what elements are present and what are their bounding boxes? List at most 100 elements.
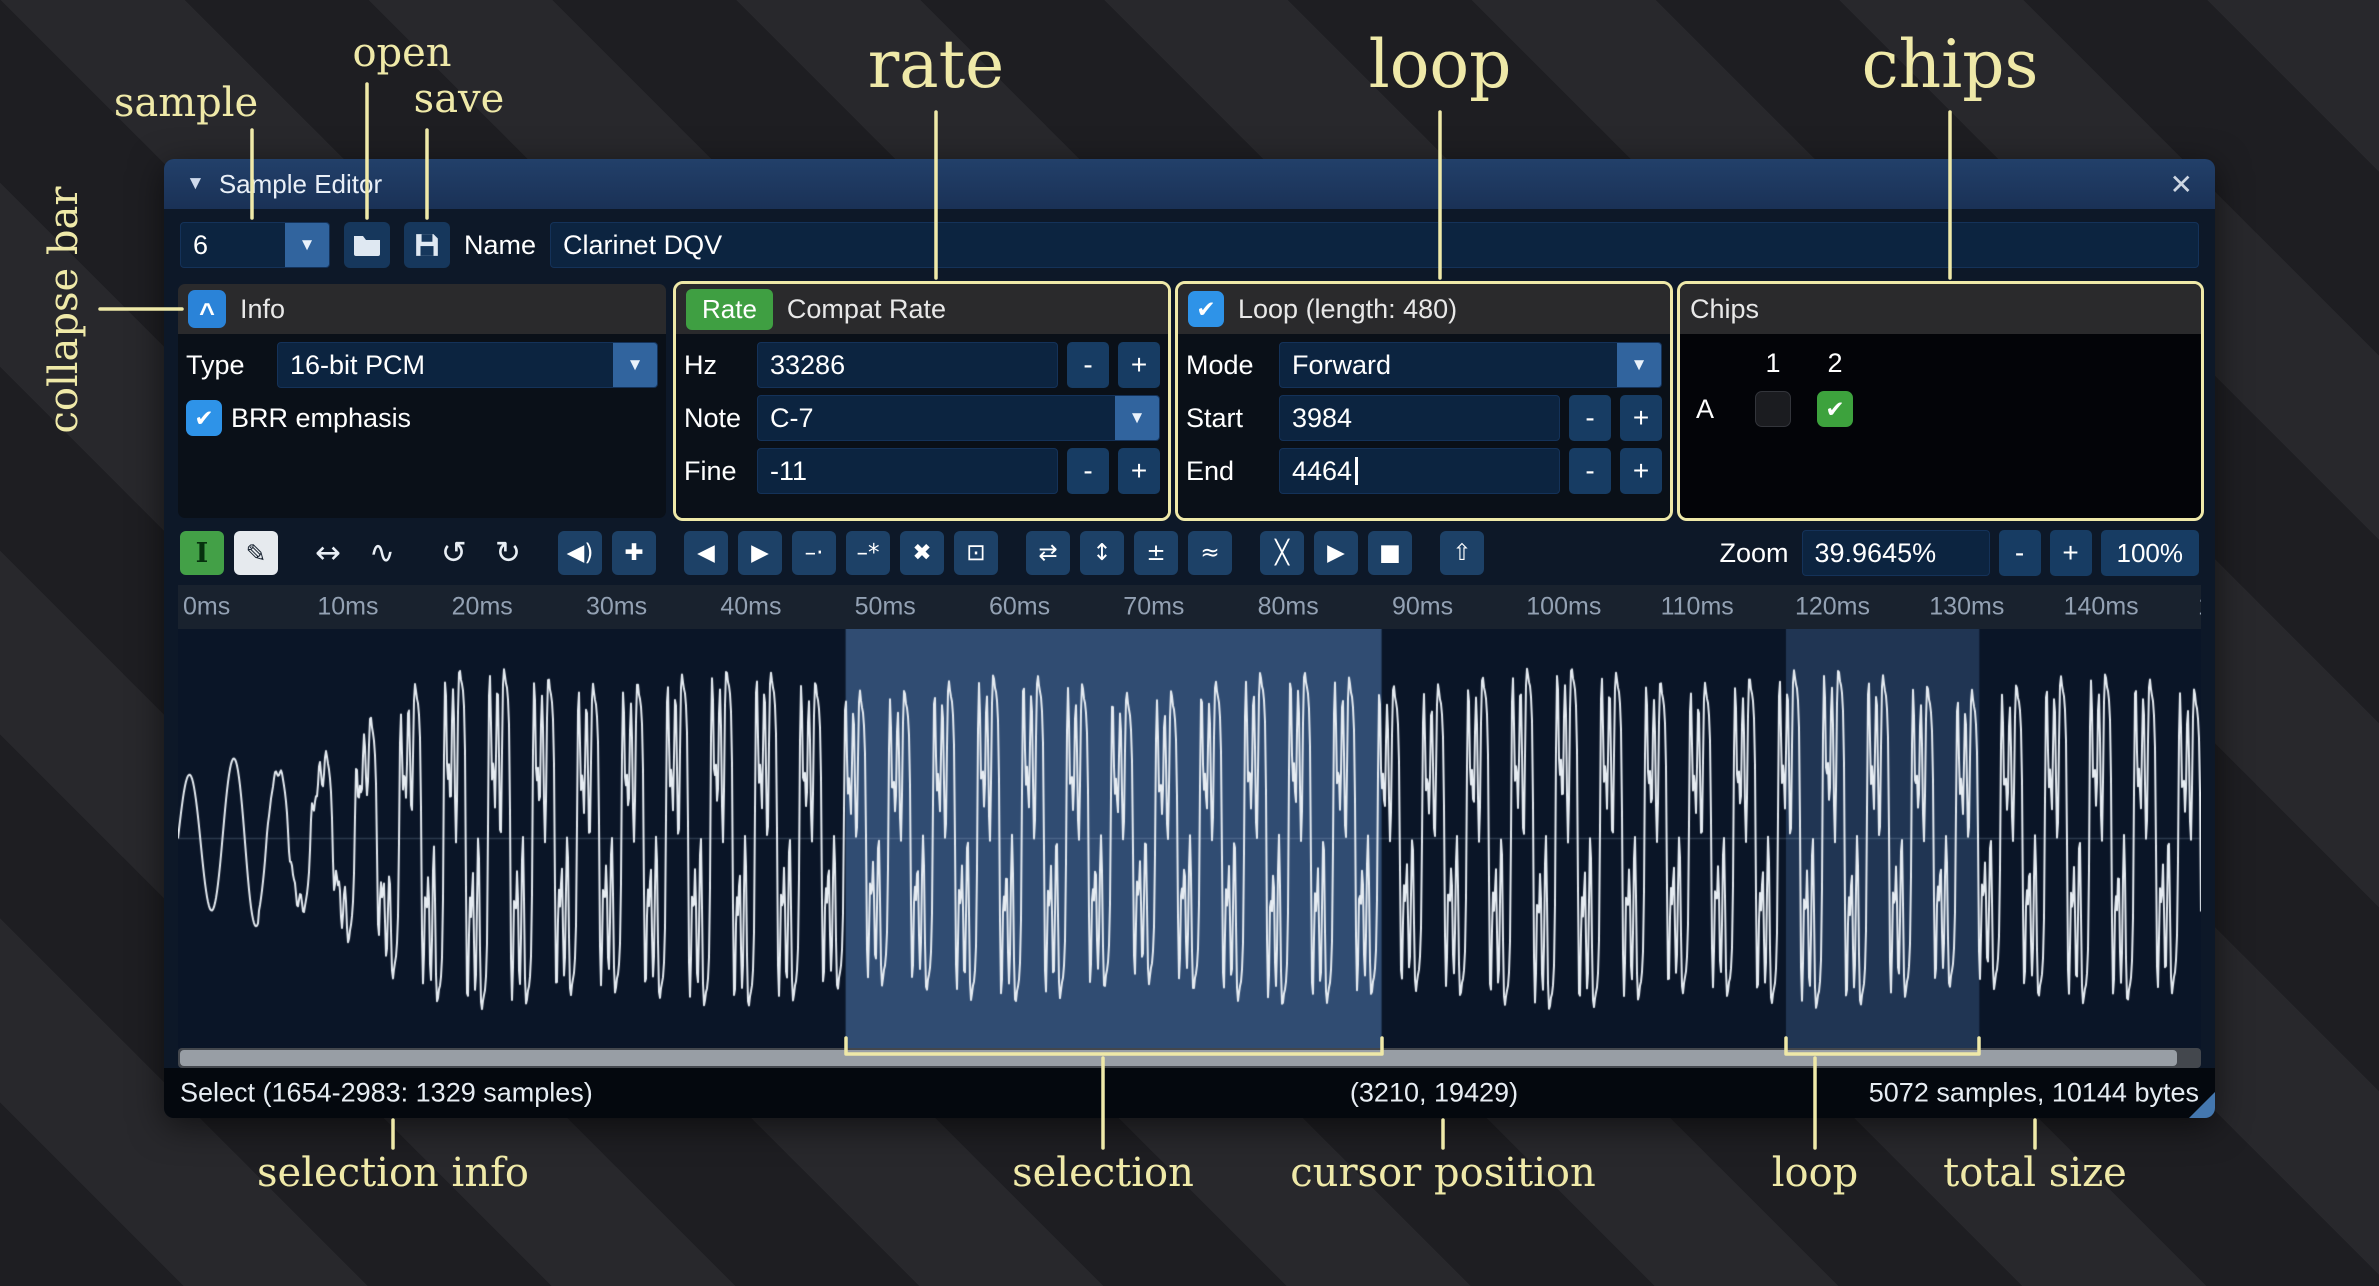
resize-grip[interactable]	[2189, 1092, 2215, 1118]
stop-icon: ■	[1379, 540, 1401, 566]
insert-silence-icon: –·	[805, 540, 824, 566]
ruler-label: 150	[2198, 593, 2201, 622]
loop-start-increment-button[interactable]: +	[1620, 395, 1662, 441]
normalize-button[interactable]: ✚	[612, 531, 656, 575]
insert-silence-button[interactable]: –·	[792, 531, 836, 575]
check-icon: ✔	[194, 405, 213, 432]
preview-button[interactable]: ▶	[1314, 531, 1358, 575]
loop-panel: ✔ Loop (length: 480) Mode Forward ▼ Star…	[1175, 281, 1673, 521]
resample-button[interactable]: ∿	[360, 531, 404, 575]
sample-name-input[interactable]: Clarinet DQV	[550, 222, 2199, 268]
zoom-input[interactable]: 39.9645%	[1802, 530, 1990, 576]
hz-input[interactable]: 33286	[757, 342, 1058, 388]
apply-silence-button[interactable]: –*	[846, 531, 890, 575]
info-panel-header: ^ Info	[178, 284, 666, 334]
loop-enable-checkbox[interactable]: ✔	[1188, 291, 1224, 327]
create-wavetable-button[interactable]: ⇧	[1440, 531, 1484, 575]
sample-type-value: 16-bit PCM	[278, 350, 613, 381]
signed-unsigned-button[interactable]: ±	[1134, 531, 1178, 575]
sample-type-select[interactable]: 16-bit PCM ▼	[277, 342, 658, 388]
type-label: Type	[186, 350, 268, 381]
zoom-in-button[interactable]: +	[2050, 530, 2092, 576]
sample-number-select[interactable]: 6 ▼	[180, 222, 330, 268]
loop-end-decrement-button[interactable]: -	[1569, 448, 1611, 494]
fine-increment-button[interactable]: +	[1118, 448, 1160, 494]
chip-checkbox-A-2[interactable]: ✔	[1817, 391, 1853, 427]
loop-panel-title: Loop (length: 480)	[1238, 294, 1457, 325]
fine-input[interactable]: -11	[757, 448, 1058, 494]
delete-cross-icon: ✖	[912, 540, 931, 566]
hz-label: Hz	[684, 350, 748, 381]
close-icon[interactable]: ✕	[2170, 168, 2193, 201]
speaker-icon: ◀)	[567, 540, 594, 566]
stop-preview-button[interactable]: ■	[1368, 531, 1412, 575]
loop-start-value: 3984	[1292, 403, 1352, 434]
fade-out-button[interactable]: ▶	[738, 531, 782, 575]
chips-panel: Chips 12A✔	[1677, 281, 2204, 521]
fade-in-button[interactable]: ◀	[684, 531, 728, 575]
loop-start-input[interactable]: 3984	[1279, 395, 1560, 441]
upload-icon: ⇧	[1452, 540, 1471, 566]
annotation-sample: sample	[114, 80, 258, 126]
loop-mode-label: Mode	[1186, 350, 1270, 381]
waveform-display[interactable]	[178, 629, 2201, 1048]
crossfade-button[interactable]: ╳	[1260, 531, 1304, 575]
undo-button[interactable]: ↺	[432, 531, 476, 575]
zoom-reset-button[interactable]: 100%	[2101, 530, 2200, 576]
ruler-label: 130ms	[1929, 593, 2004, 622]
open-sample-button[interactable]	[344, 222, 390, 268]
selection-info-text: Select (1654-2983: 1329 samples)	[180, 1078, 593, 1109]
reverse-arrows-icon: ⇄	[1038, 540, 1057, 566]
brr-emphasis-checkbox[interactable]: ✔	[186, 400, 222, 436]
resize-button[interactable]: ↔	[306, 531, 350, 575]
window-collapse-icon[interactable]: ▼	[186, 173, 205, 195]
edit-mode-button[interactable]: I	[180, 531, 224, 575]
collapse-info-button[interactable]: ^	[188, 290, 226, 328]
hz-increment-button[interactable]: +	[1118, 342, 1160, 388]
invert-button[interactable]: ↕	[1080, 531, 1124, 575]
chip-checkbox-A-1[interactable]	[1755, 391, 1791, 427]
folder-icon	[353, 234, 381, 256]
scrollbar-handle[interactable]	[180, 1050, 2177, 1066]
hz-decrement-button[interactable]: -	[1067, 342, 1109, 388]
fine-decrement-button[interactable]: -	[1067, 448, 1109, 494]
chips-panel-header: Chips	[1680, 284, 2201, 334]
ruler-label: 80ms	[1258, 593, 1319, 622]
chevron-down-icon: ▼	[285, 223, 329, 267]
name-label: Name	[464, 230, 536, 261]
loop-start-decrement-button[interactable]: -	[1569, 395, 1611, 441]
drag-mode-button[interactable]: ✎	[234, 531, 278, 575]
filter-button[interactable]: ≈	[1188, 531, 1232, 575]
arrows-cross-icon: ✚	[624, 540, 643, 566]
waveform-scrollbar[interactable]	[178, 1048, 2201, 1068]
zoom-controls: Zoom 39.9645% - + 100%	[1719, 530, 2199, 576]
zoom-value: 39.9645%	[1815, 538, 1937, 569]
sample-toolbar: I✎↔∿↺↻◀)✚◀▶–·–*✖⊡⇄↕±≈╳▶■⇧ Zoom 39.9645% …	[164, 521, 2215, 585]
annotation-selection: selection	[1012, 1150, 1194, 1196]
invert-icon: ↕	[1092, 540, 1111, 566]
window-titlebar[interactable]: ▼ Sample Editor ✕	[164, 159, 2215, 209]
loop-end-increment-button[interactable]: +	[1620, 448, 1662, 494]
loop-end-input[interactable]: 4464	[1279, 448, 1560, 494]
loop-start-label: Start	[1186, 403, 1270, 434]
redo-button[interactable]: ↻	[486, 531, 530, 575]
text-caret	[1355, 457, 1358, 485]
amplify-button[interactable]: ◀)	[558, 531, 602, 575]
rate-panel: Rate Compat Rate Hz 33286 - + Note	[673, 281, 1171, 521]
annotation-loop-bottom: loop	[1772, 1150, 1859, 1196]
status-bar: Select (1654-2983: 1329 samples) (3210, …	[164, 1068, 2215, 1118]
zoom-out-button[interactable]: -	[1999, 530, 2041, 576]
annotation-chips: chips	[1862, 26, 2039, 103]
trim-button[interactable]: ⊡	[954, 531, 998, 575]
delete-button[interactable]: ✖	[900, 531, 944, 575]
save-sample-button[interactable]	[404, 222, 450, 268]
note-value: C-7	[758, 403, 1115, 434]
reverse-button[interactable]: ⇄	[1026, 531, 1070, 575]
chip-column-label: 2	[1827, 348, 1842, 379]
ruler-label: 90ms	[1392, 593, 1453, 622]
rate-badge-button[interactable]: Rate	[686, 289, 773, 330]
desktop-background: ▼ Sample Editor ✕ 6 ▼ Name	[0, 0, 2379, 1286]
loop-mode-select[interactable]: Forward ▼	[1279, 342, 1662, 388]
cursor-position-text: (3210, 19429)	[1350, 1078, 1518, 1109]
note-select[interactable]: C-7 ▼	[757, 395, 1160, 441]
